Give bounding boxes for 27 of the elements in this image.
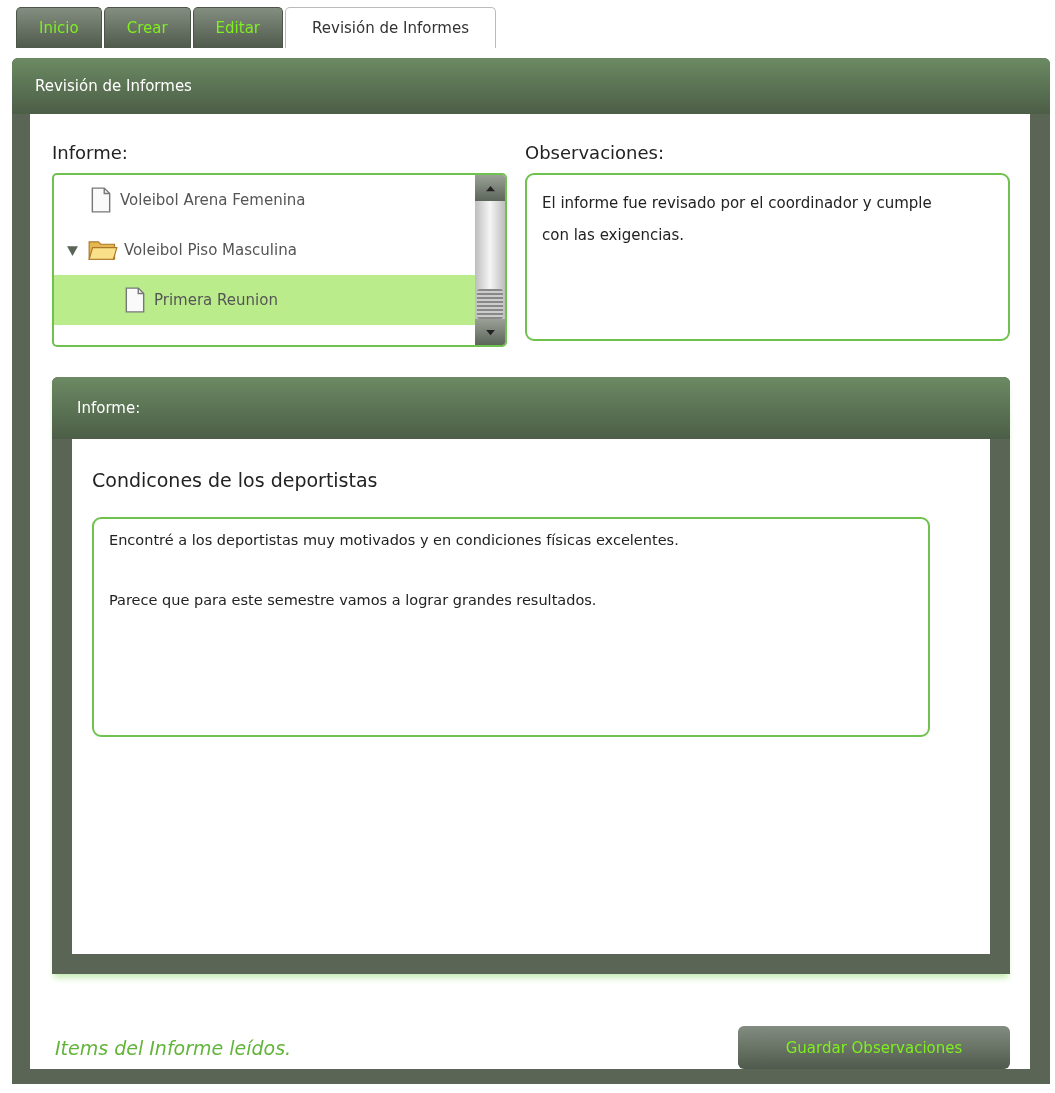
observations-field[interactable]: El informe fue revisado por el coordinador y cumple con las exigencias. [525, 173, 1010, 341]
scroll-up-icon[interactable] [485, 184, 495, 192]
panel-title: Informe: [52, 377, 1010, 439]
status-message: Items del Informe leídos. [55, 1036, 292, 1059]
scrollbar[interactable] [475, 175, 505, 345]
tab[interactable]: Crear [103, 7, 191, 48]
tab[interactable]: Revisión de Informes [285, 7, 496, 48]
tree-item[interactable]: Primera Reunion [54, 275, 475, 325]
tree-item[interactable]: Voleibol Arena Femenina [54, 175, 475, 225]
expand-icon[interactable] [66, 244, 79, 257]
section-title: Condicones de los deportistas [92, 469, 379, 491]
document-icon [124, 287, 146, 313]
scroll-down-icon[interactable] [485, 328, 495, 336]
scrollbar-thumb[interactable] [477, 289, 503, 319]
tree-item[interactable]: Voleibol Piso Masculina [54, 225, 475, 275]
save-button[interactable]: Guardar Observaciones [738, 1026, 1010, 1069]
tab[interactable]: Editar [192, 7, 284, 48]
folder-icon [88, 238, 118, 262]
document-icon [90, 187, 112, 213]
paragraph: Parece que para este semestre vamos a lograr grandes resultados. [109, 592, 598, 608]
panel-title: Revisión de Informes [12, 58, 1050, 114]
field-label: Informe: [52, 142, 129, 163]
field-label: Observaciones: [525, 142, 665, 163]
scroll-down-button[interactable] [475, 319, 505, 345]
paragraph: Encontré a los deportistas muy motivados y en condiciones físicas excelentes. [109, 532, 680, 548]
scroll-up-button[interactable] [475, 175, 505, 201]
tab[interactable]: Inicio [16, 7, 102, 48]
